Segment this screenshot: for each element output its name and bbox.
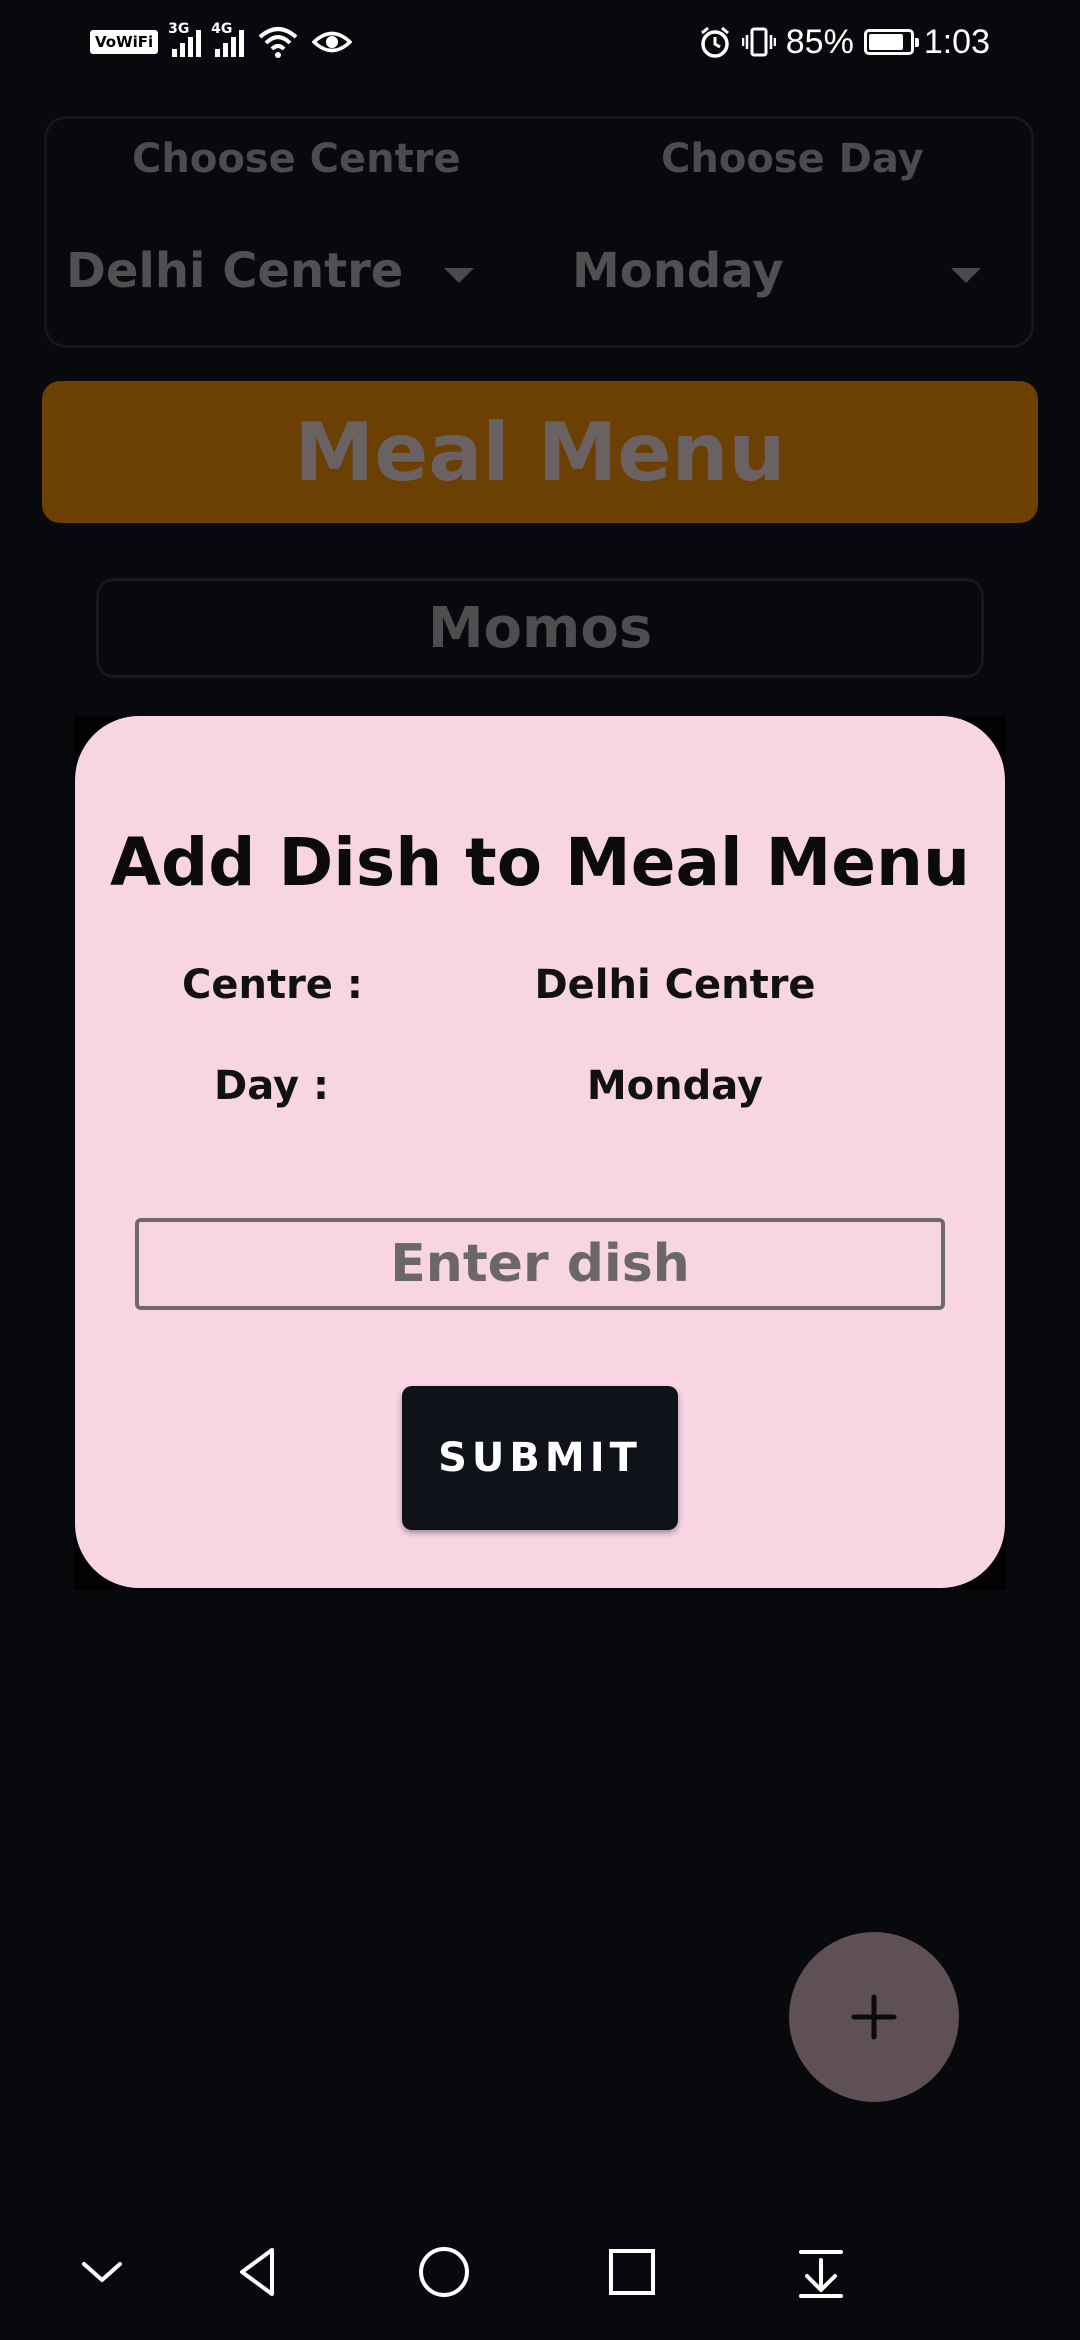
battery-icon <box>863 29 919 55</box>
plus-icon <box>851 1994 897 2040</box>
day-dropdown-value[interactable]: Monday <box>572 243 783 299</box>
sim2-network-label: 4G <box>211 21 233 37</box>
nav-download-button[interactable] <box>789 2240 853 2304</box>
nav-collapse-button[interactable] <box>70 2240 134 2304</box>
signal-4g-icon: 4G <box>211 21 245 57</box>
centre-dropdown-value[interactable]: Delhi Centre <box>66 243 403 299</box>
alarm-icon <box>700 26 729 58</box>
battery-percent: 85% <box>785 22 854 61</box>
day-dropdown-chevron-icon[interactable] <box>951 268 981 283</box>
home-icon <box>419 2247 469 2297</box>
nav-recents-button[interactable] <box>600 2240 664 2304</box>
back-icon <box>240 2248 274 2296</box>
navigation-bar <box>0 2200 1080 2340</box>
dish-list-item[interactable]: Momos <box>96 578 984 678</box>
meal-menu-banner: Meal Menu <box>42 381 1038 523</box>
clock: 1:03 <box>923 22 990 61</box>
dialog-title: Add Dish to Meal Menu <box>109 824 971 901</box>
day-value: Monday <box>586 1063 764 1109</box>
centre-label: Centre : <box>182 962 363 1008</box>
signal-3g-icon: 3G <box>168 21 202 57</box>
recents-icon <box>609 2249 655 2295</box>
add-dish-fab[interactable] <box>789 1932 959 2102</box>
nav-back-button[interactable] <box>226 2240 290 2304</box>
choose-centre-label: Choose Centre <box>132 136 461 182</box>
submit-button[interactable]: SUBMIT <box>402 1386 678 1530</box>
day-label: Day : <box>214 1063 329 1109</box>
choose-day-label: Choose Day <box>661 136 924 182</box>
vibrate-icon <box>741 27 776 57</box>
wifi-icon <box>258 27 298 58</box>
centre-dropdown-chevron-icon[interactable] <box>444 268 474 283</box>
eye-icon <box>312 31 353 53</box>
status-bar: VoWiFi 3G 4G 85% 1:03 <box>0 0 1080 84</box>
centre-value: Delhi Centre <box>534 962 816 1008</box>
nav-home-button[interactable] <box>412 2240 476 2304</box>
download-icon <box>799 2250 843 2298</box>
vowifi-icon: VoWiFi <box>90 30 159 54</box>
add-dish-dialog: Add Dish to Meal Menu Centre : Delhi Cen… <box>75 716 1005 1588</box>
chevron-down-icon <box>82 2262 122 2282</box>
dish-input[interactable] <box>135 1218 945 1310</box>
sim1-network-label: 3G <box>168 21 190 37</box>
